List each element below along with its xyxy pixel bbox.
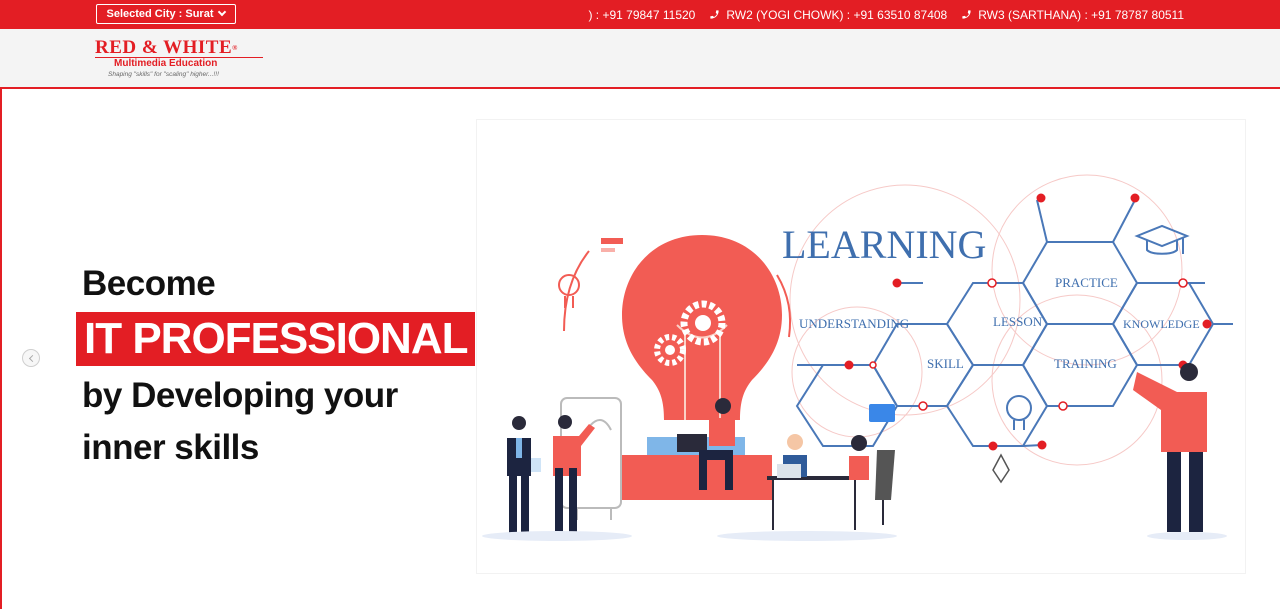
hero-line-4: inner skills [82,428,259,467]
hero-headline: Become IT PROFESSIONAL by Developing you… [76,264,476,474]
chevron-down-icon [218,7,227,17]
node-practice: PRACTICE [1055,275,1118,290]
logo-tagline: Shaping "skills" for "scaling" higher...… [108,71,219,78]
node-knowledge: KNOWLEDGE [1123,317,1200,331]
contact-item-rw1[interactable]: ) : +91 79847 11520 [588,8,695,22]
chevron-left-icon [28,354,36,362]
pointing-man-figure [1133,363,1207,532]
city-selector-button[interactable]: Selected City : Surat [96,4,236,24]
node-training: TRAINING [1054,356,1117,371]
node-skill: SKILL [927,356,964,371]
hero-line-1: Become [82,264,216,303]
hero-highlight: IT PROFESSIONAL [76,312,476,366]
phone-icon [962,10,971,19]
learning-heading: LEARNING [782,222,986,267]
slider-prev-button[interactable] [22,349,40,367]
contact-text: RW2 (YOGI CHOWK) : +91 63510 87408 [726,7,948,22]
contact-item-rw3[interactable]: RW3 (SARTHANA) : +91 78787 80511 [961,8,1184,22]
contact-list: ) : +91 79847 11520 RW2 (YOGI CHOWK) : +… [588,0,1184,29]
logo-title: RED & WHITE® [95,37,238,58]
hero-line-3: by Developing your [82,376,398,415]
node-understanding: UNDERSTANDING [799,316,909,331]
hero-slider: Become IT PROFESSIONAL by Developing you… [0,89,1280,609]
site-header: RED & WHITE® Multimedia Education Shapin… [0,29,1280,89]
pen-tool-icon [992,453,1010,484]
idea-bulb-icon [1006,395,1032,430]
city-selector-label: Selected City : Surat [106,8,214,20]
logo-subtitle: Multimedia Education [114,58,218,69]
contact-item-rw2[interactable]: RW2 (YOGI CHOWK) : +91 63510 87408 [709,8,947,22]
phone-icon [710,10,719,19]
logo[interactable]: RED & WHITE® Multimedia Education Shapin… [95,38,270,84]
contact-text: ) : +91 79847 11520 [588,7,696,22]
learning-illustration: LEARNING PRACTICE UNDERSTANDING LESSON K… [476,119,1246,574]
contact-text: RW3 (SARTHANA) : +91 78787 80511 [978,7,1184,22]
meeting-table-figure [767,404,895,530]
businessman-figure [507,416,541,534]
node-lesson: LESSON [993,314,1043,329]
top-bar: Selected City : Surat ) : +91 79847 1152… [0,0,1280,29]
